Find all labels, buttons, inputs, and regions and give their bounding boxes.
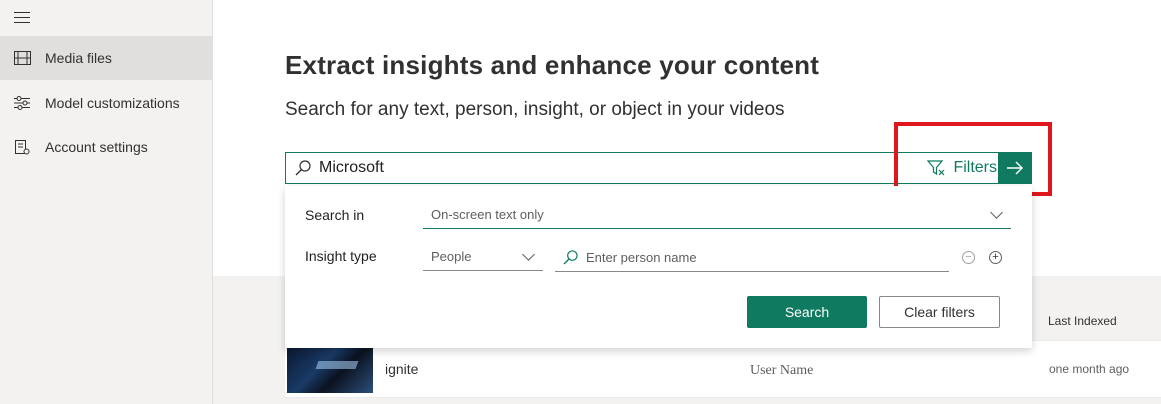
video-owner: User Name [750, 363, 814, 378]
search-in-value: On-screen text only [431, 207, 544, 222]
search-icon [563, 250, 578, 265]
chevron-down-icon [522, 247, 535, 261]
highlight-box [894, 122, 1052, 196]
minus-icon: − [965, 251, 972, 263]
person-name-placeholder: Enter person name [586, 250, 697, 265]
search-icon [295, 160, 311, 176]
sidebar-item-label: Media files [45, 50, 112, 66]
sliders-icon [13, 94, 31, 112]
video-name[interactable]: ignite [385, 361, 418, 377]
sidebar: Media files Model customizations Account… [0, 0, 213, 404]
table-row[interactable]: ignite User Name one month ago [285, 340, 1161, 398]
clear-filters-button[interactable]: Clear filters [879, 296, 1000, 328]
sidebar-item-label: Model customizations [45, 95, 180, 111]
column-header-last-indexed[interactable]: Last Indexed [1048, 314, 1117, 328]
video-thumbnail[interactable] [287, 347, 373, 393]
insight-type-value: People [431, 249, 472, 264]
page-title: Extract insights and enhance your conten… [285, 50, 820, 80]
search-in-label: Search in [305, 207, 365, 223]
film-icon [13, 49, 31, 67]
main-content: Extract insights and enhance your conten… [213, 0, 1161, 404]
search-in-dropdown[interactable]: On-screen text only [423, 201, 1011, 229]
search-button[interactable]: Search [747, 296, 867, 328]
insight-type-label: Insight type [305, 248, 377, 264]
last-indexed-value: one month ago [1049, 362, 1130, 376]
hamburger-menu-icon[interactable] [14, 12, 30, 24]
settings-list-icon [13, 138, 31, 156]
sidebar-item-media-files[interactable]: Media files [0, 36, 212, 80]
remove-filter-button[interactable]: − [962, 251, 975, 264]
page-subtitle: Search for any text, person, insight, or… [285, 99, 785, 120]
add-filter-button[interactable]: + [989, 251, 1002, 264]
person-name-field[interactable]: Enter person name [555, 244, 949, 272]
sidebar-item-model-customizations[interactable]: Model customizations [0, 81, 212, 125]
chevron-down-icon [990, 205, 1003, 219]
insight-type-dropdown[interactable]: People [423, 243, 543, 271]
filter-panel: Search in On-screen text only Insight ty… [285, 186, 1032, 348]
sidebar-item-label: Account settings [45, 139, 148, 155]
plus-icon: + [992, 251, 999, 263]
sidebar-item-account-settings[interactable]: Account settings [0, 125, 212, 169]
